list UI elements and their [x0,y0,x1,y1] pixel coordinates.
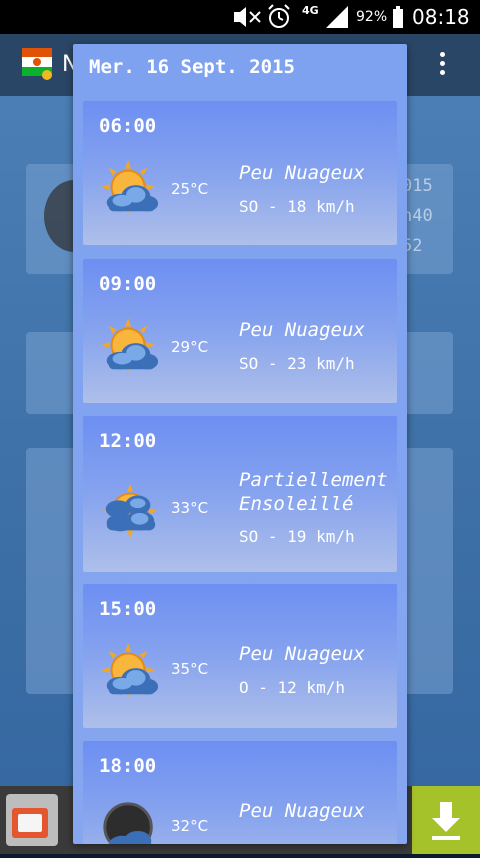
forecast-temp: 25°C [171,180,209,198]
download-icon [432,802,460,840]
niger-flag-icon[interactable] [22,48,52,80]
download-button[interactable] [412,786,480,854]
forecast-time: 18:00 [99,755,157,777]
forecast-condition: Peu Nuageux [239,319,365,341]
forecast-card[interactable]: 15:00 35°C Peu Nuageux O - 12 km/h [83,584,397,728]
network-4g-icon: 4G [302,4,319,17]
forecast-time: 15:00 [99,598,157,620]
forecast-time: 12:00 [99,430,157,452]
forecast-condition: Peu Nuageux [239,162,365,184]
alarm-icon [266,0,292,34]
partly-sunny-icon [99,480,161,542]
forecast-time: 09:00 [99,273,157,295]
forecast-temp: 29°C [171,338,209,356]
forecast-card[interactable]: 06:00 25°C Peu Nuageux SO - 18 km/h [83,101,397,245]
clock: 08:18 [412,5,470,29]
forecast-dialog[interactable]: Mer. 16 Sept. 2015 06:00 25°C Peu Nuageu… [73,44,407,844]
partly-cloudy-icon [99,158,161,220]
mute-icon [230,0,264,34]
partly-cloudy-icon [99,641,161,703]
ad-app-icon[interactable] [6,794,58,846]
forecast-condition: Peu Nuageux [239,800,365,822]
forecast-time: 06:00 [99,115,157,137]
forecast-condition-line-1: Partiellement [239,469,388,491]
overflow-menu-icon[interactable] [434,50,450,80]
partly-cloudy-evening-icon [99,798,161,844]
forecast-wind: SO - 18 km/h [239,197,355,216]
dialog-title: Mer. 16 Sept. 2015 [89,56,295,78]
battery-icon [392,0,404,34]
forecast-card[interactable]: 09:00 29°C Peu Nuageux SO - 23 km/h [83,259,397,403]
signal-icon [324,0,350,34]
battery-level: 92% [356,9,388,25]
partly-cloudy-icon [99,316,161,378]
forecast-card[interactable]: 12:00 33°C Partiellement Ensoleillé SO -… [83,416,397,572]
forecast-card[interactable]: 18:00 32°C Peu Nuageux [83,741,397,844]
status-bar: 4G 92% 08:18 [0,0,480,34]
forecast-wind: O - 12 km/h [239,678,345,697]
forecast-temp: 32°C [171,817,209,835]
forecast-temp: 33°C [171,499,209,517]
forecast-condition: Peu Nuageux [239,643,365,665]
forecast-wind: SO - 23 km/h [239,354,355,373]
forecast-wind: SO - 19 km/h [239,527,355,546]
forecast-condition-line-2: Ensoleillé [239,493,354,515]
forecast-temp: 35°C [171,660,209,678]
